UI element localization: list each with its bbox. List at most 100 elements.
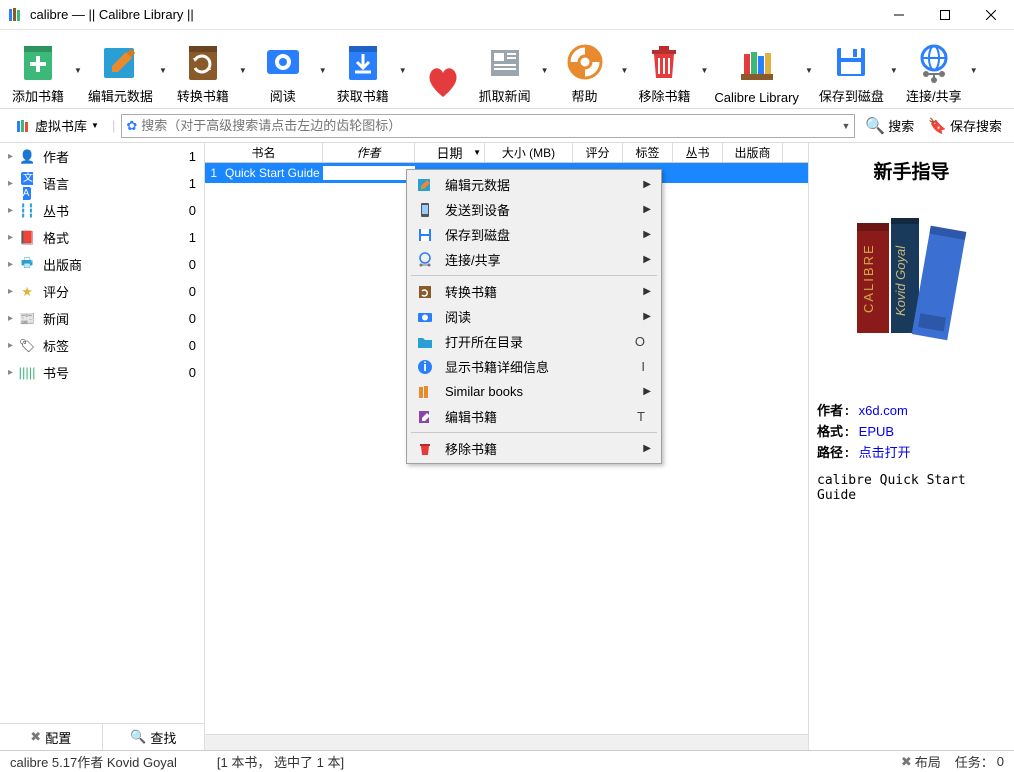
menu-item-similar[interactable]: Similar books▶ <box>409 379 659 404</box>
toolbar-fetch-button[interactable]: 获取书籍 <box>333 35 393 105</box>
toolbar-convert-dropdown[interactable]: ▼ <box>239 66 247 75</box>
menu-item-share[interactable]: 连接/共享▶ <box>409 247 659 272</box>
layout-label: 布局 <box>915 752 941 771</box>
toolbar-remove-button[interactable]: 移除书籍 <box>634 35 694 105</box>
sidebar-item-rating[interactable]: ▸★评分0 <box>0 278 204 305</box>
sidebar-item-count: 1 <box>189 176 196 191</box>
meta-row: 格式: EPUB <box>817 421 1006 440</box>
submenu-arrow-icon: ▶ <box>643 311 651 322</box>
meta-value[interactable]: EPUB <box>859 424 894 439</box>
menu-item-editmeta[interactable]: 编辑元数据▶ <box>409 172 659 197</box>
toolbar-label: 帮助 <box>572 86 598 105</box>
sidebar-item-tag[interactable]: ▸🏷标签0 <box>0 332 204 359</box>
horizontal-scrollbar[interactable] <box>205 734 808 750</box>
toolbar-add-button[interactable]: 添加书籍 <box>8 35 68 105</box>
toolbar-add-dropdown[interactable]: ▼ <box>74 66 82 75</box>
book-details: 新手指导 CALIBRE Kovid Goyal 作者: x6d.com格式: … <box>809 143 1014 750</box>
toolbar-view-dropdown[interactable]: ▼ <box>319 66 327 75</box>
toolbar-label: 移除书籍 <box>638 86 690 105</box>
jobs-label: 任务： <box>955 752 994 771</box>
chevron-down-icon[interactable]: ▼ <box>841 121 850 131</box>
sidebar-item-count: 0 <box>189 311 196 326</box>
menu-item-folder[interactable]: 打开所在目录O <box>409 329 659 354</box>
col-tags[interactable]: 标签 <box>623 143 673 162</box>
toolbar-label: 抓取新闻 <box>479 86 531 105</box>
toolbar-help-button[interactable]: 帮助 <box>555 35 615 105</box>
toolbar-help-dropdown[interactable]: ▼ <box>621 66 629 75</box>
toolbar-connect-dropdown[interactable]: ▼ <box>970 66 978 75</box>
toolbar-library-button[interactable]: Calibre Library <box>714 35 799 105</box>
col-rating[interactable]: 评分 <box>573 143 623 162</box>
toolbar-remove-dropdown[interactable]: ▼ <box>700 66 708 75</box>
id-icon: ||||| <box>17 365 37 380</box>
menu-item-convert[interactable]: 转换书籍▶ <box>409 279 659 304</box>
meta-value[interactable]: x6d.com <box>859 403 908 418</box>
gear-icon[interactable]: ✿ <box>126 118 137 134</box>
menu-item-editbook[interactable]: 编辑书籍T <box>409 404 659 429</box>
sidebar-item-series[interactable]: ▸┇┇丛书0 <box>0 197 204 224</box>
toolbar-library-dropdown[interactable]: ▼ <box>805 66 813 75</box>
find-button[interactable]: 🔍 查找 <box>102 724 205 750</box>
config-label: 配置 <box>45 728 71 747</box>
layout-button[interactable]: ✖ 布局 <box>901 752 941 771</box>
toolbar-fetch-dropdown[interactable]: ▼ <box>399 66 407 75</box>
toolbar-heart-button[interactable] <box>413 35 473 105</box>
menu-item-view[interactable]: 阅读▶ <box>409 304 659 329</box>
sidebar-item-count: 0 <box>189 284 196 299</box>
submenu-arrow-icon: ▶ <box>643 204 651 215</box>
search-button[interactable]: 🔍 搜索 <box>861 116 918 136</box>
expand-icon: ▸ <box>8 313 13 324</box>
save-search-button[interactable]: 🔖 保存搜索 <box>924 116 1006 135</box>
titlebar: calibre — || Calibre Library || <box>0 0 1014 30</box>
toolbar-view-button[interactable]: 阅读 <box>253 35 313 105</box>
chevron-down-icon: ▼ <box>91 121 99 130</box>
toolbar-label: 转换书籍 <box>177 86 229 105</box>
config-button[interactable]: ✖ 配置 <box>0 724 102 750</box>
sidebar-item-newsfeed[interactable]: ▸📰新闻0 <box>0 305 204 332</box>
menu-item-send[interactable]: 发送到设备▶ <box>409 197 659 222</box>
menu-item-trash[interactable]: 移除书籍▶ <box>409 436 659 461</box>
view-icon <box>261 40 305 84</box>
col-publisher[interactable]: 出版商 <box>723 143 783 162</box>
submenu-arrow-icon: ▶ <box>643 254 651 265</box>
search-input[interactable] <box>141 116 837 136</box>
jobs-button[interactable]: 任务： 0 <box>955 752 1004 771</box>
virtual-library-button[interactable]: 虚拟书库 ▼ <box>8 113 106 138</box>
search-row: 虚拟书库 ▼ | ✿ ▼ 🔍 搜索 🔖 保存搜索 <box>0 109 1014 143</box>
toolbar-connect-button[interactable]: 连接/共享 <box>904 35 964 105</box>
save-icon <box>829 40 873 84</box>
close-button[interactable] <box>968 0 1014 30</box>
col-series[interactable]: 丛书 <box>673 143 723 162</box>
series-icon: ┇┇ <box>17 203 37 219</box>
menu-item-info[interactable]: i显示书籍详细信息I <box>409 354 659 379</box>
menu-item-savedisk[interactable]: 保存到磁盘▶ <box>409 222 659 247</box>
minimize-button[interactable] <box>876 0 922 30</box>
toolbar-save-dropdown[interactable]: ▼ <box>890 66 898 75</box>
books-icon <box>15 118 31 134</box>
sidebar-item-format[interactable]: ▸📕格式1 <box>0 224 204 251</box>
toolbar-convert-button[interactable]: 转换书籍 <box>173 35 233 105</box>
send-icon <box>417 202 437 218</box>
editbook-icon <box>417 409 437 425</box>
sidebar-item-publisher[interactable]: ▸🖶出版商0 <box>0 251 204 278</box>
sidebar-item-author[interactable]: ▸👤作者1 <box>0 143 204 170</box>
col-title[interactable]: 书名 <box>205 143 323 162</box>
maximize-button[interactable] <box>922 0 968 30</box>
context-menu: 编辑元数据▶发送到设备▶保存到磁盘▶连接/共享▶ 转换书籍▶阅读▶打开所在目录Oi… <box>406 169 662 464</box>
sidebar-item-id[interactable]: ▸|||||书号0 <box>0 359 204 386</box>
main-toolbar: 添加书籍 ▼ 编辑元数据 ▼ 转换书籍 ▼ 阅读 ▼ 获取书籍 ▼ 抓取新闻 ▼ 帮助 ▼ 移除书籍 ▼ Cal… <box>0 30 1014 109</box>
toolbar-save-button[interactable]: 保存到磁盘 <box>819 35 884 105</box>
book-cover[interactable]: CALIBRE Kovid Goyal <box>817 198 1006 348</box>
meta-value[interactable]: 点击打开 <box>859 445 911 460</box>
toolbar-editmeta-button[interactable]: 编辑元数据 <box>88 35 153 105</box>
toolbar-editmeta-dropdown[interactable]: ▼ <box>159 66 167 75</box>
col-author[interactable]: 作者 <box>323 143 415 162</box>
author-icon: 👤 <box>17 149 37 165</box>
svg-text:CALIBRE: CALIBRE <box>861 243 876 313</box>
toolbar-news-button[interactable]: 抓取新闻 <box>475 35 535 105</box>
col-date[interactable]: 日期▼ <box>415 143 485 162</box>
sidebar-item-lang[interactable]: ▸文A语言1 <box>0 170 204 197</box>
toolbar-news-dropdown[interactable]: ▼ <box>541 66 549 75</box>
expand-icon: ▸ <box>8 340 13 351</box>
col-size[interactable]: 大小 (MB) <box>485 143 573 162</box>
